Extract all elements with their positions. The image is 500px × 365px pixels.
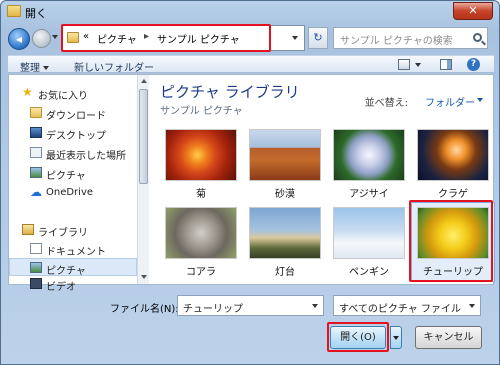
search-icon xyxy=(473,33,482,42)
sidebar-item-label: お気に入り xyxy=(38,91,88,102)
back-button[interactable]: ◂ xyxy=(8,28,30,50)
pictures-icon xyxy=(30,262,42,273)
sidebar-item-label: ライブラリ xyxy=(38,228,88,239)
toolbar: 整理 新しいフォルダー ? xyxy=(8,55,494,74)
help-icon[interactable]: ? xyxy=(467,58,480,71)
view-options-icon[interactable] xyxy=(398,59,410,70)
cloud-icon: ☁ xyxy=(30,185,42,199)
preview-pane-icon[interactable] xyxy=(440,59,452,70)
sidebar-item-pictures[interactable]: ピクチャ xyxy=(9,258,137,277)
file-thumbnail[interactable] xyxy=(417,129,489,181)
library-subtitle: サンプル ピクチャ xyxy=(160,106,243,117)
file-thumbnail[interactable] xyxy=(333,207,405,259)
file-list: ピクチャ ライブラリ サンプル ピクチャ 並べ替え: フォルダー 菊 砂漠 アジ… xyxy=(150,75,495,284)
organize-label: 整理 xyxy=(20,63,40,74)
scroll-up-arrow[interactable] xyxy=(138,76,149,87)
videos-icon xyxy=(30,278,42,289)
file-name[interactable]: 菊 xyxy=(161,185,241,200)
address-highlight xyxy=(61,24,271,52)
navigation-pane: ★ お気に入り ダウンロード デスクトップ 最近表示した場所 ピクチャ ☁ On… xyxy=(9,75,137,293)
sort-label: 並べ替え: xyxy=(364,98,408,109)
open-button-highlight xyxy=(327,322,389,352)
file-type-select[interactable]: すべてのピクチャ ファイル xyxy=(333,295,481,316)
sidebar-item-recent[interactable]: 最近表示した場所 xyxy=(9,144,137,162)
new-folder-button[interactable]: 新しいフォルダー xyxy=(74,59,154,74)
recent-places-icon xyxy=(30,147,42,158)
star-icon: ★ xyxy=(22,85,33,99)
folder-icon xyxy=(7,5,21,17)
file-thumbnail[interactable] xyxy=(333,129,405,181)
sidebar-item-label: ピクチャ xyxy=(46,171,86,182)
sidebar-item-favorites[interactable]: ★ お気に入り xyxy=(9,84,137,102)
documents-icon xyxy=(30,243,42,254)
sort-dropdown[interactable]: フォルダー xyxy=(425,94,475,109)
sidebar-item-label: デスクトップ xyxy=(46,131,106,142)
sidebar-item-videos[interactable]: ビデオ xyxy=(9,275,137,293)
window-title: 開く xyxy=(25,7,47,20)
chevron-down-icon[interactable] xyxy=(469,304,475,308)
file-thumbnail[interactable] xyxy=(249,207,321,259)
cancel-button[interactable]: キャンセル xyxy=(415,326,482,349)
sidebar-item-onedrive[interactable]: ☁ OneDrive xyxy=(9,184,137,202)
chevron-down-icon[interactable] xyxy=(312,304,318,308)
search-placeholder: サンプル ピクチャの検索 xyxy=(340,36,453,47)
file-name[interactable]: コアラ xyxy=(161,263,241,278)
search-input[interactable]: サンプル ピクチャの検索 xyxy=(333,27,488,49)
file-name[interactable]: アジサイ xyxy=(329,185,409,200)
file-thumbnail[interactable] xyxy=(165,129,237,181)
filename-field[interactable]: チューリップ xyxy=(177,295,324,316)
sidebar-item-label: ビデオ xyxy=(46,282,76,293)
filename-value: チューリップ xyxy=(183,304,243,315)
downloads-icon xyxy=(30,107,42,118)
library-icon xyxy=(22,224,34,235)
sidebar-item-label: ダウンロード xyxy=(46,111,106,122)
file-name[interactable]: ペンギン xyxy=(329,263,409,278)
chevron-down-icon[interactable] xyxy=(415,63,421,67)
sidebar-item-pictures-favorite[interactable]: ピクチャ xyxy=(9,164,137,182)
open-options-dropdown[interactable] xyxy=(390,326,402,349)
file-name[interactable]: 灯台 xyxy=(245,263,325,278)
sidebar-item-downloads[interactable]: ダウンロード xyxy=(9,104,137,122)
file-name[interactable]: クラゲ xyxy=(413,185,493,200)
sidebar-scrollbar[interactable] xyxy=(137,75,149,284)
sidebar-item-label: ドキュメント xyxy=(46,247,106,258)
scroll-down-arrow[interactable] xyxy=(138,272,149,283)
close-button[interactable]: ✕ xyxy=(453,2,493,20)
sidebar-item-libraries[interactable]: ライブラリ xyxy=(9,221,137,239)
sidebar-item-desktop[interactable]: デスクトップ xyxy=(9,124,137,142)
forward-button[interactable] xyxy=(32,29,51,48)
scroll-thumb[interactable] xyxy=(139,89,148,184)
open-dialog: 開く ✕ ◂ « ピクチャ ▸ サンプル ピクチャ ↻ サンプル ピクチャの検索… xyxy=(0,0,500,365)
chevron-down-icon xyxy=(43,66,49,70)
file-thumbnail[interactable] xyxy=(165,207,237,259)
sidebar-item-label: 最近表示した場所 xyxy=(46,151,126,162)
address-dropdown[interactable] xyxy=(292,36,298,40)
desktop-icon xyxy=(30,127,42,138)
title-bar: 開く ✕ xyxy=(1,1,499,23)
sidebar-item-documents[interactable]: ドキュメント xyxy=(9,240,137,258)
organize-button[interactable]: 整理 xyxy=(20,59,49,74)
file-name[interactable]: 砂漠 xyxy=(245,185,325,200)
sidebar-item-label: OneDrive xyxy=(46,187,94,198)
filename-label: ファイル名(N): xyxy=(110,304,179,315)
file-thumbnail[interactable] xyxy=(249,129,321,181)
library-title: ピクチャ ライブラリ xyxy=(160,83,300,101)
recent-pages-dropdown[interactable] xyxy=(52,35,58,39)
chevron-down-icon[interactable] xyxy=(477,98,483,102)
content-area: ★ お気に入り ダウンロード デスクトップ 最近表示した場所 ピクチャ ☁ On… xyxy=(8,74,495,293)
file-type-value: すべてのピクチャ ファイル xyxy=(339,304,461,315)
pictures-icon xyxy=(30,167,42,178)
refresh-button[interactable]: ↻ xyxy=(308,27,328,49)
selection-highlight xyxy=(409,200,493,282)
